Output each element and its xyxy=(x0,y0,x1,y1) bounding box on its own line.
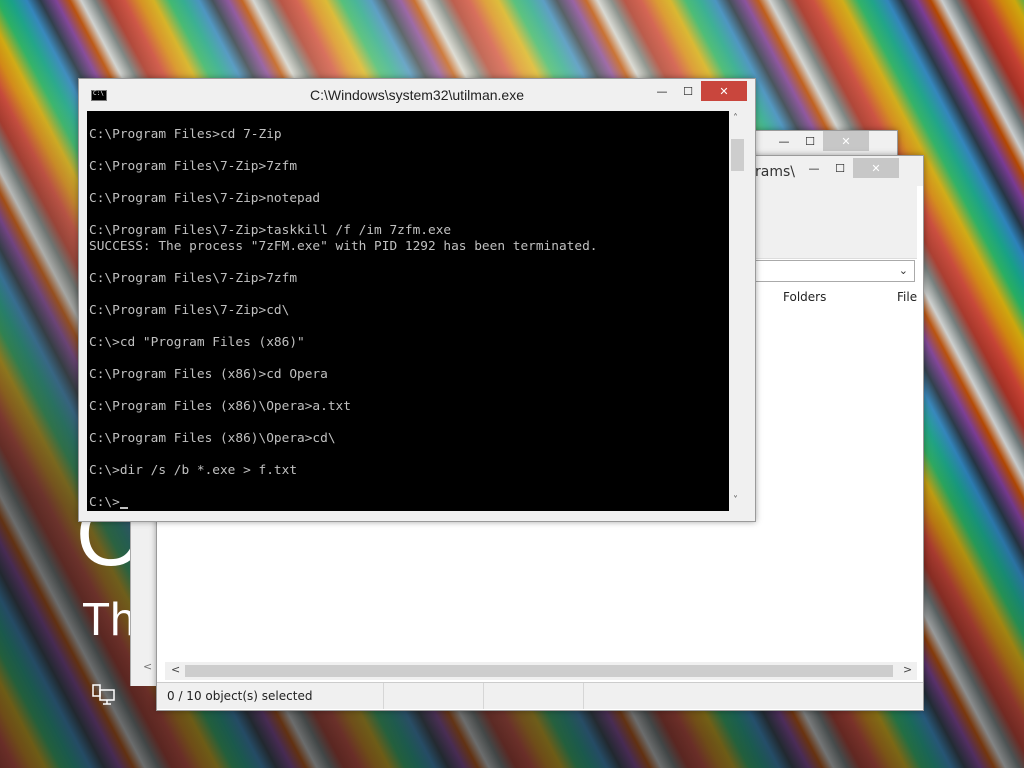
console-line: C:\Program Files\7-Zip>7zfm xyxy=(89,271,298,286)
close-button[interactable]: ✕ xyxy=(823,131,869,151)
console-line: C:\>cd "Program Files (x86)" xyxy=(89,335,305,350)
lock-screen-date-partial: Th xyxy=(82,593,136,645)
maximize-button[interactable]: ☐ xyxy=(675,81,701,101)
console-line: C:\Program Files (x86)\Opera>cd\ xyxy=(89,431,336,446)
vertical-scrollbar[interactable]: ˄ ˅ xyxy=(729,111,746,511)
console-line: C:\Program Files (x86)>cd Opera xyxy=(89,367,328,382)
maximize-button[interactable]: ☐ xyxy=(797,131,823,151)
minimize-button[interactable]: — xyxy=(801,158,827,178)
minimize-button[interactable]: — xyxy=(649,81,675,101)
window-controls: — ☐ ✕ xyxy=(649,81,747,101)
console-line: C:\Program Files\7-Zip>notepad xyxy=(89,191,321,206)
file-manager-title: rams\ xyxy=(755,164,795,180)
status-bar: 0 / 10 object(s) selected xyxy=(157,682,923,709)
status-cell xyxy=(483,683,584,709)
scroll-left-arrow[interactable]: < xyxy=(143,660,152,673)
status-cell xyxy=(383,683,484,709)
close-button[interactable]: ✕ xyxy=(701,81,747,101)
window-controls: — ☐ ✕ xyxy=(771,131,869,151)
address-combobox[interactable]: ⌄ xyxy=(755,260,915,282)
horizontal-scrollbar[interactable]: < > xyxy=(165,662,917,680)
scroll-left-arrow[interactable]: < xyxy=(171,663,180,676)
maximize-button[interactable]: ☐ xyxy=(827,158,853,178)
window-controls: — ☐ ✕ xyxy=(801,158,899,178)
console-line: C:\Program Files\7-Zip>cd\ xyxy=(89,303,290,318)
console-line: C:\Program Files (x86)\Opera>a.txt xyxy=(89,399,351,414)
column-file[interactable]: File xyxy=(897,290,917,304)
cmd-titlebar[interactable]: C:\Windows\system32\utilman.exe — ☐ ✕ xyxy=(79,79,755,111)
cmd-window[interactable]: C:\Windows\system32\utilman.exe — ☐ ✕ C:… xyxy=(78,78,756,522)
status-cell: 0 / 10 object(s) selected xyxy=(157,683,384,709)
console-output[interactable]: C:\Program Files>cd 7-Zip C:\Program Fil… xyxy=(87,111,729,511)
status-text: 0 / 10 object(s) selected xyxy=(167,689,313,703)
console-line: C:\Program Files>cd 7-Zip xyxy=(89,127,282,142)
scrollbar-thumb[interactable] xyxy=(731,139,744,171)
text-cursor xyxy=(119,507,128,509)
console-line: C:\> xyxy=(89,495,598,511)
network-icon[interactable] xyxy=(92,684,116,706)
console-line: C:\Program Files\7-Zip>7zfm xyxy=(89,159,298,174)
chevron-down-icon[interactable]: ⌄ xyxy=(899,264,908,277)
scroll-up-arrow[interactable]: ˄ xyxy=(733,113,738,124)
console-lines: C:\Program Files>cd 7-Zip C:\Program Fil… xyxy=(89,127,598,511)
scrollbar-thumb[interactable] xyxy=(185,665,893,677)
console-line: SUCCESS: The process "7zFM.exe" with PID… xyxy=(89,239,598,254)
column-folders[interactable]: Folders xyxy=(783,290,826,304)
scroll-down-arrow[interactable]: ˅ xyxy=(733,495,738,506)
close-button[interactable]: ✕ xyxy=(853,158,899,178)
console-line: C:\>dir /s /b *.exe > f.txt xyxy=(89,463,298,478)
scroll-right-arrow[interactable]: > xyxy=(903,663,912,676)
console-line: C:\Program Files\7-Zip>taskkill /f /im 7… xyxy=(89,223,452,238)
minimize-button[interactable]: — xyxy=(771,131,797,151)
